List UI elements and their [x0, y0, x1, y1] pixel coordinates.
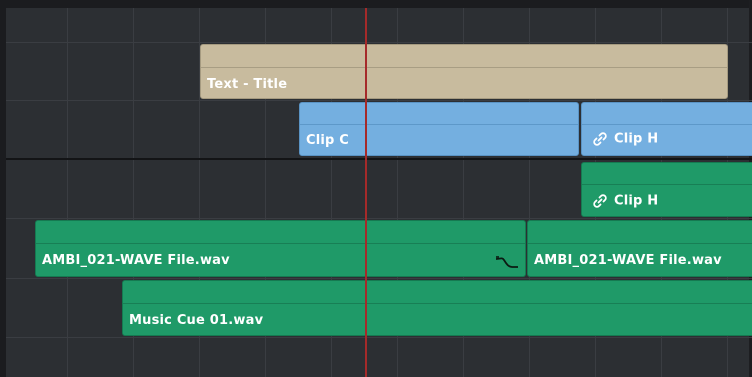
playhead[interactable]: [365, 8, 367, 377]
clip-midline: [582, 124, 752, 125]
timeline-top-border: [0, 0, 752, 8]
timeline-left-border: [0, 0, 6, 377]
clip-midline: [528, 243, 752, 244]
clip-label: Music Cue 01.wav: [129, 313, 264, 328]
clip-midline: [201, 67, 727, 68]
track-separator: [6, 337, 752, 338]
video-clip-c[interactable]: Clip C: [299, 102, 579, 156]
audio-clip-ambi-1[interactable]: AMBI_021-WAVE File.wav: [35, 220, 526, 277]
track-separator: [6, 100, 752, 101]
clip-label: Clip C: [306, 133, 350, 148]
clip-label-text: Clip H: [614, 193, 659, 209]
clip-label: AMBI_021-WAVE File.wav: [534, 253, 722, 268]
track-separator: [6, 278, 752, 279]
clip-midline: [582, 184, 752, 185]
timeline[interactable]: Text - Title Clip C Clip H Clip H AMBI_0…: [0, 0, 752, 377]
clip-midline: [123, 303, 752, 304]
clip-label: Text - Title: [207, 77, 288, 92]
audio-clip-h[interactable]: Clip H: [581, 162, 752, 217]
clip-label: Clip H: [592, 193, 658, 209]
link-icon: [593, 194, 607, 208]
video-clip-h[interactable]: Clip H: [581, 102, 752, 156]
fade-curve-icon[interactable]: [494, 253, 520, 271]
grid-line: [67, 8, 68, 377]
audio-clip-music[interactable]: Music Cue 01.wav: [122, 280, 752, 336]
clip-label: Clip H: [592, 131, 658, 147]
clip-label-text: Clip H: [614, 131, 659, 147]
title-clip[interactable]: Text - Title: [200, 44, 728, 99]
track-separator: [6, 42, 752, 43]
video-audio-divider: [6, 158, 752, 160]
clip-label: AMBI_021-WAVE File.wav: [42, 253, 230, 268]
link-icon: [593, 132, 607, 146]
track-separator: [6, 218, 752, 219]
clip-midline: [36, 243, 525, 244]
audio-clip-ambi-2[interactable]: AMBI_021-WAVE File.wav: [527, 220, 752, 277]
clip-midline: [300, 124, 578, 125]
